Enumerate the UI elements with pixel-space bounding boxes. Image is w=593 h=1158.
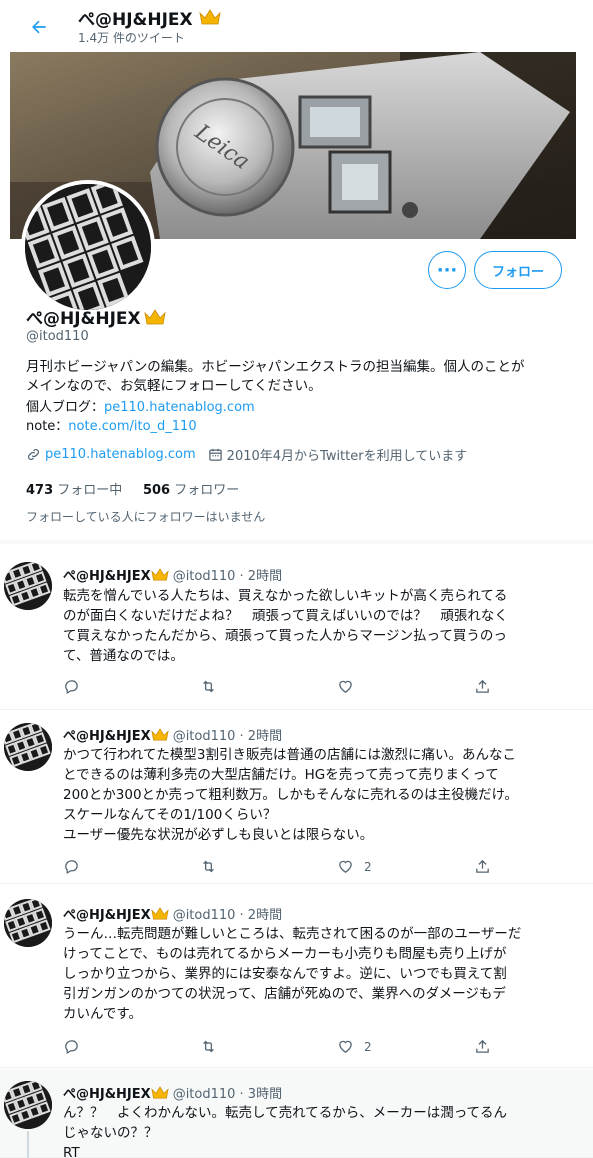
tweet-actions: 2 [63,1038,533,1055]
link-icon [28,449,39,460]
share-button[interactable] [474,858,514,875]
header-title: ぺ@HJ&HJEX [78,5,221,30]
calendar-icon [208,448,222,461]
profile-avatar[interactable] [21,180,155,314]
retweet-icon [203,860,214,873]
tweet-actions: 2 [63,858,533,875]
crown-icon [198,9,221,25]
reply-button[interactable] [63,678,200,695]
reply-button[interactable] [63,858,200,875]
tweet-author[interactable]: ぺ@HJ&HJEX [63,725,151,744]
like-button[interactable]: 2 [337,858,474,875]
tweet-handle-time[interactable]: @itod110 · 2時間 [173,565,282,584]
tweet-author[interactable]: ぺ@HJ&HJEX [63,904,151,923]
crown-icon [144,308,166,324]
tweet-actions [63,678,533,695]
arrow-left-icon [32,20,46,34]
like-count: 2 [364,1039,372,1054]
avatar[interactable] [4,899,52,947]
like-count: 2 [364,859,372,874]
tweet-text: うーん…転売問題が難しいところは、転売されて困るのが一部のユーザーだ けってこと… [63,926,522,1022]
retweet-button[interactable] [200,1038,337,1055]
tweet-author[interactable]: ぺ@HJ&HJEX [63,1083,151,1102]
share-icon [476,1039,489,1053]
tweet-card[interactable]: ぺ@HJ&HJEX @itod110 · 2時間 かつて行われてた模型3割引き販… [0,711,593,884]
share-icon [476,859,489,873]
retweet-button[interactable] [200,858,337,875]
followers-link[interactable]: 506 フォロワー [143,483,239,498]
tweet-count: 1.4万 件のツイート [78,31,185,45]
tweet-handle-time[interactable]: @itod110 · 3時間 [173,1083,282,1102]
heart-icon [339,1040,352,1053]
follow-stats: 473 フォロー中 506 フォロワー [26,479,239,498]
profile-header: ぺ@HJ&HJEX 1.4万 件のツイート [0,0,593,52]
following-link[interactable]: 473 フォロー中 [26,483,122,498]
tweet-text: 転売を憎んでいる人たちは、買えなかった欲しいキットが高く売られてる のが面白くな… [63,588,508,664]
tweet-card[interactable]: ぺ@HJ&HJEX @itod110 · 2時間 転売を憎んでいる人たちは、買え… [0,548,593,710]
followed-by-note: フォローしている人にフォロワーはいません [26,510,266,524]
tweet-header: ぺ@HJ&HJEX @itod110 · 3時間 [63,1083,282,1102]
back-button[interactable] [22,10,56,44]
share-icon [476,679,489,693]
follow-button[interactable]: フォロー [474,251,562,289]
tweet-card[interactable]: ぺ@HJ&HJEX @itod110 · 3時間 ん？？ よくわかんない。転売し… [0,1069,593,1158]
profile-name: ぺ@HJ&HJEX [26,304,166,329]
profile-handle: @itod110 [26,329,89,344]
like-button[interactable]: 2 [337,1038,474,1055]
more-options-button[interactable]: ··· [428,251,466,289]
thread-line [27,1131,29,1158]
profile-bio: 月刊ホビージャパンの編集。ホビージャパンエクストラの担当編集。個人のことが メイ… [26,359,525,394]
tweet-handle-time[interactable]: @itod110 · 2時間 [173,725,282,744]
note-link[interactable]: note.com/ito_d_110 [68,419,196,434]
tweet-author[interactable]: ぺ@HJ&HJEX [63,565,151,584]
website-link[interactable]: pe110.hatenablog.com [45,447,196,462]
tweet-text: かつて行われてた模型3割引き販売は普通の店舗には激烈に痛い。あんなこ とできるの… [63,747,518,843]
profile-meta: pe110.hatenablog.com 2010年4月からTwitterを利用… [26,445,479,464]
crown-icon [151,907,169,920]
reply-icon [65,1040,78,1055]
tweet-header: ぺ@HJ&HJEX @itod110 · 2時間 [63,565,282,584]
share-button[interactable] [474,1038,514,1055]
share-button[interactable] [474,678,514,695]
tweet-header: ぺ@HJ&HJEX @itod110 · 2時間 [63,725,282,744]
crown-icon [151,728,169,741]
heart-icon [339,680,352,693]
avatar[interactable] [4,562,52,610]
tweet-handle-time[interactable]: @itod110 · 2時間 [173,904,282,923]
reply-icon [65,860,78,875]
like-button[interactable] [337,678,474,695]
crown-icon [151,1086,169,1099]
retweet-button[interactable] [200,678,337,695]
blog-line: 個人ブログ：pe110.hatenablog.com [26,400,255,415]
retweet-icon [203,680,214,693]
tweet-text: ん？？ よくわかんない。転売して売れてるから、メーカーは潤ってるん じゃないの？… [63,1105,508,1158]
avatar[interactable] [4,1081,52,1129]
joined-date: 2010年4月からTwitterを利用しています [226,449,468,464]
blog-link[interactable]: pe110.hatenablog.com [104,400,255,415]
reply-icon [65,680,78,695]
crown-icon [151,568,169,581]
retweet-icon [203,1040,214,1053]
avatar[interactable] [4,723,52,771]
heart-icon [339,860,352,873]
reply-button[interactable] [63,1038,200,1055]
tweet-header: ぺ@HJ&HJEX @itod110 · 2時間 [63,904,282,923]
note-line: note：note.com/ito_d_110 [26,419,197,434]
tweet-card[interactable]: ぺ@HJ&HJEX @itod110 · 2時間 うーん…転売問題が難しいところ… [0,885,593,1068]
section-divider [0,540,593,544]
